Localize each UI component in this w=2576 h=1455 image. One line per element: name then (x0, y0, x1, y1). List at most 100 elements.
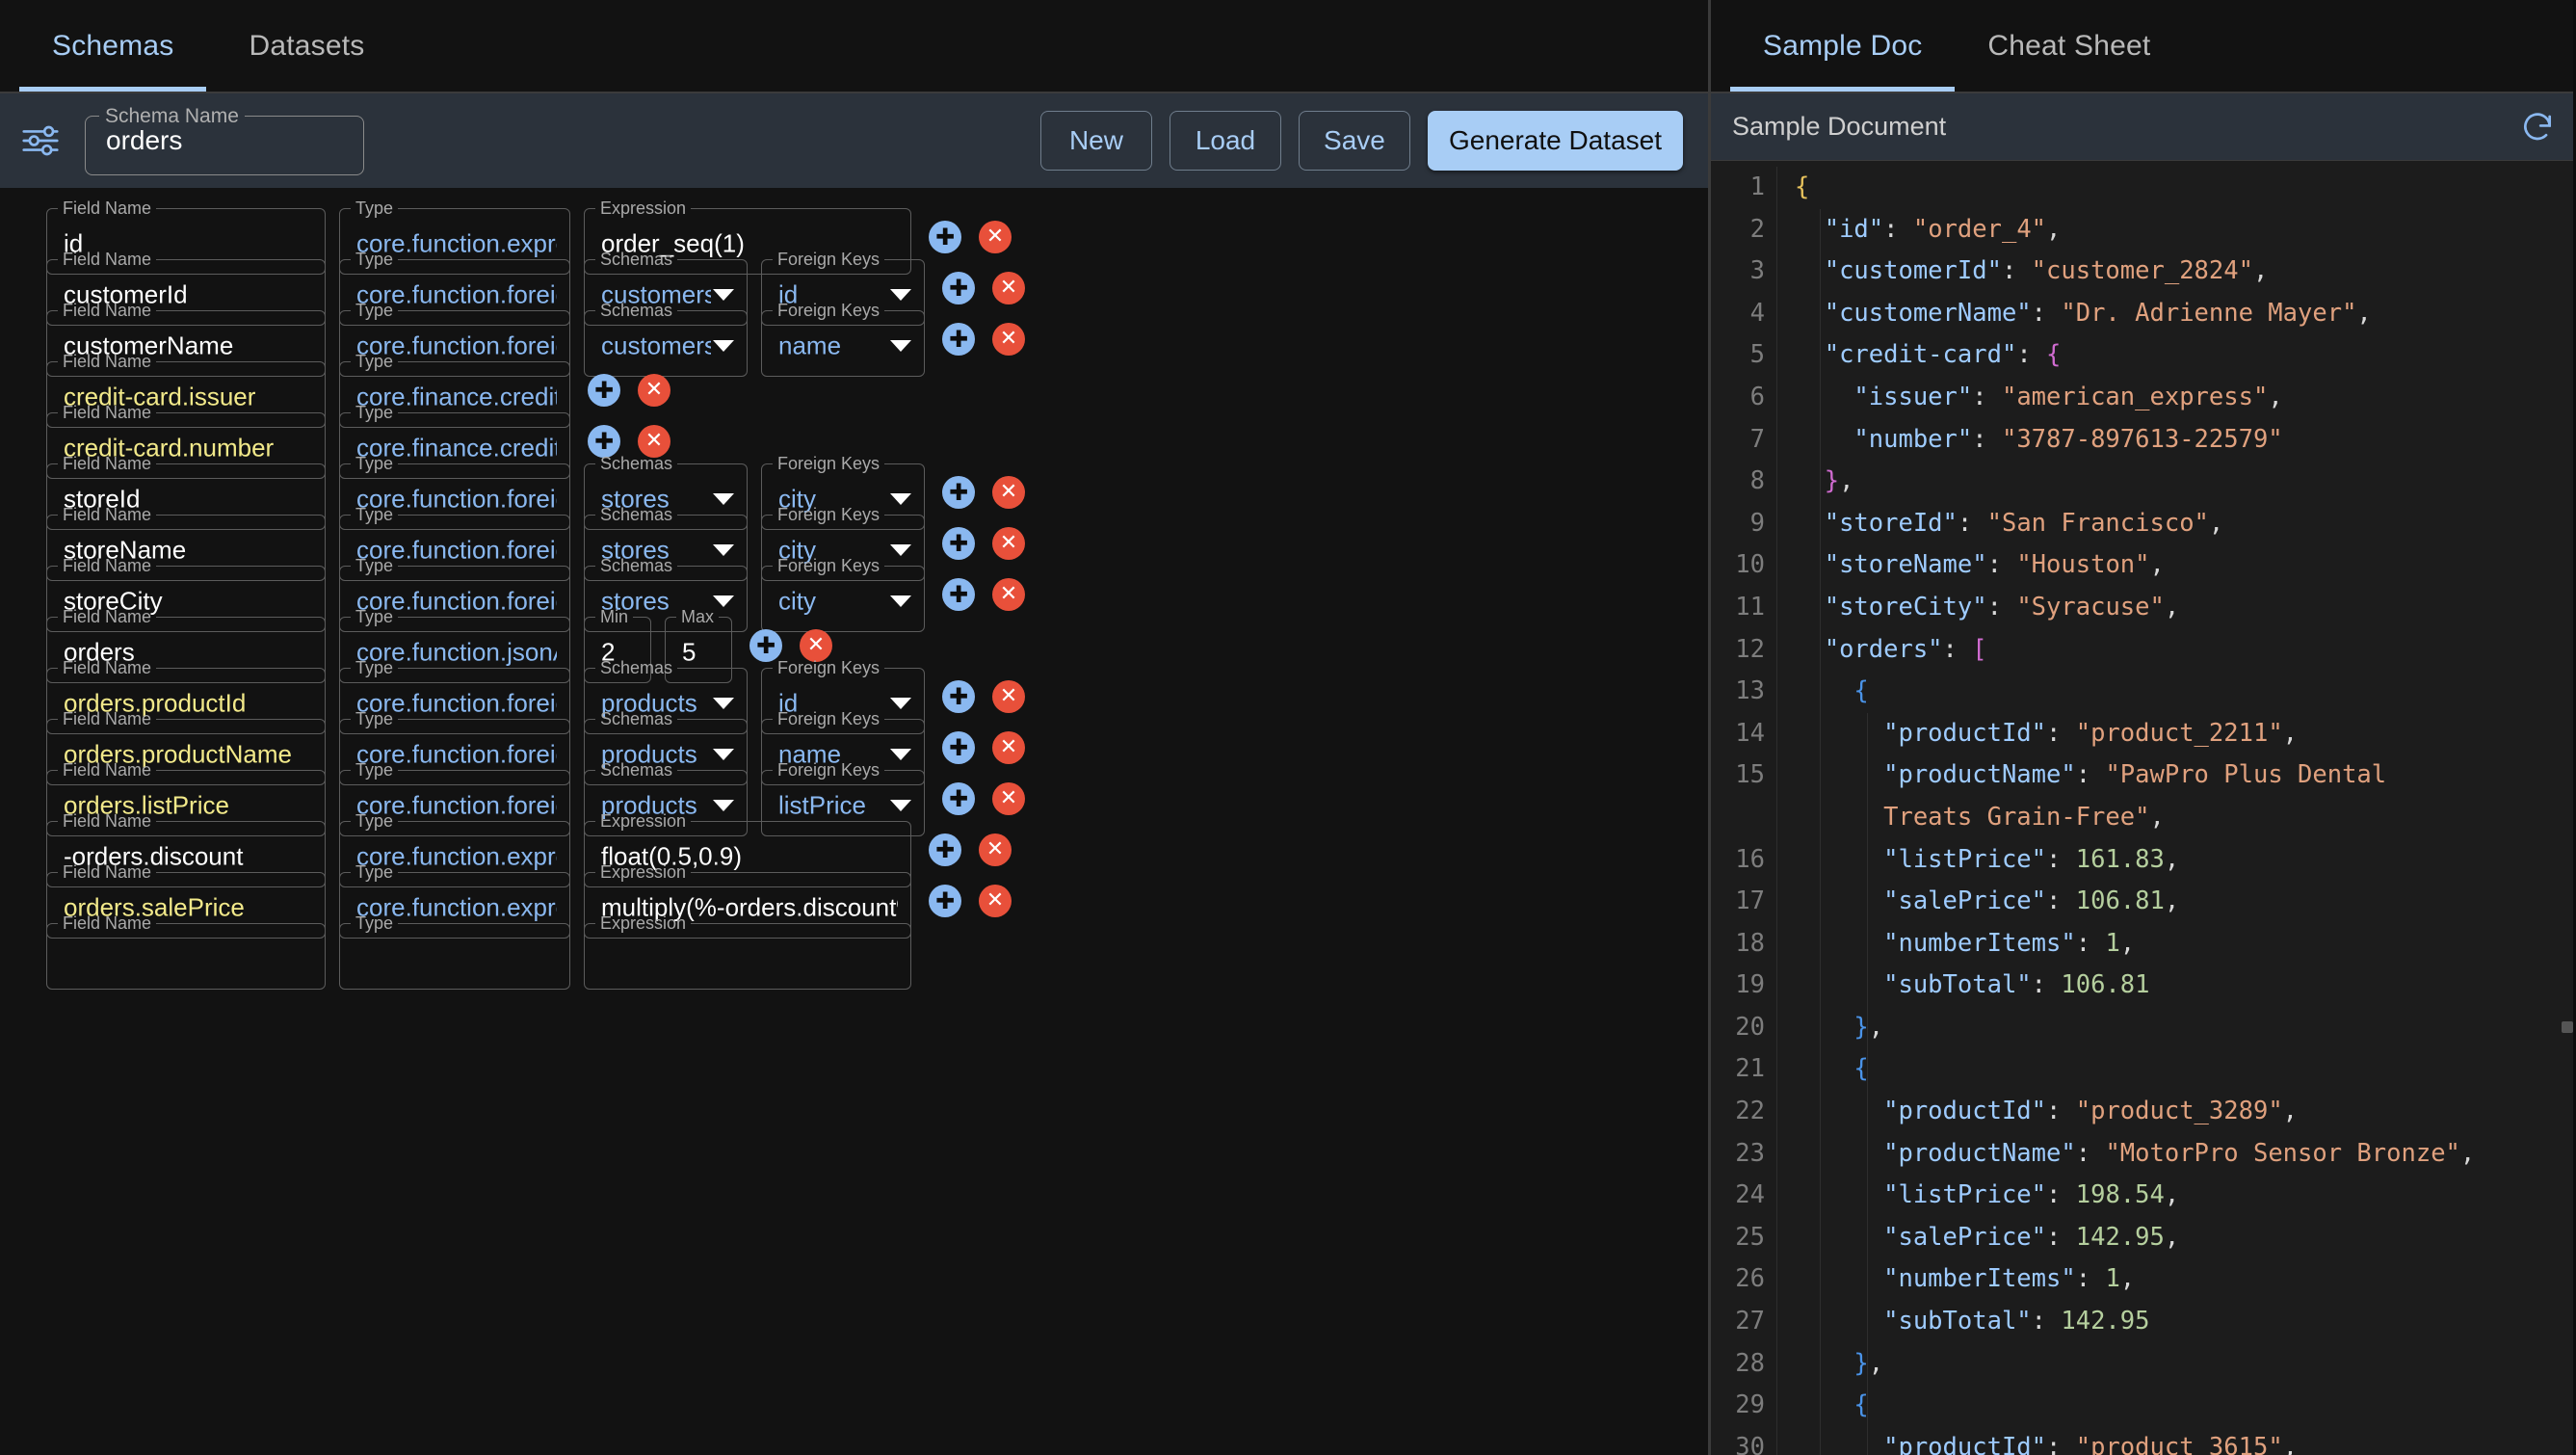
chevron-down-icon[interactable] (713, 340, 734, 352)
close-icon[interactable]: ✕ (992, 272, 1025, 304)
refresh-icon[interactable] (2519, 109, 2556, 146)
plus-icon[interactable]: ✚ (942, 680, 975, 713)
type-input[interactable]: Type (339, 914, 570, 990)
chevron-down-icon[interactable] (890, 493, 911, 505)
sliders-icon[interactable] (13, 114, 67, 168)
foreign-keys-select-label: Foreign Keys (777, 709, 881, 728)
close-icon[interactable]: ✕ (992, 323, 1025, 356)
plus-icon[interactable]: ✚ (929, 221, 961, 253)
plus-icon[interactable]: ✚ (929, 885, 961, 917)
close-icon[interactable]: ✕ (979, 885, 1012, 917)
tab-schemas[interactable]: Schemas (19, 0, 207, 92)
line-number: 4 (1749, 298, 1765, 328)
chevron-down-icon[interactable] (890, 800, 911, 811)
field-name-input[interactable]: Field Name (46, 914, 326, 990)
close-icon[interactable]: ✕ (800, 629, 832, 662)
code-line: "id": "order_4", (1795, 209, 2573, 251)
field-name-input-label: Field Name (63, 658, 152, 677)
load-button[interactable]: Load (1169, 111, 1281, 171)
generate-dataset-button[interactable]: Generate Dataset (1427, 111, 1683, 171)
new-button[interactable]: New (1039, 111, 1152, 171)
code-token: : (2001, 256, 2032, 286)
vertical-scrollbar[interactable] (2562, 1021, 2573, 1033)
plus-icon[interactable]: ✚ (942, 527, 975, 560)
code-line: }, (1795, 461, 2573, 503)
close-icon[interactable]: ✕ (979, 833, 1012, 866)
code-token: "productId" (1883, 1097, 2047, 1126)
code-token: "subTotal" (1883, 970, 2032, 1000)
json-code-viewer[interactable]: 1 2 3 4 5 6 7 8 9 10 11 12 13 14 15 16 17 18 19 20 21 22 23 24… (1711, 161, 2573, 1455)
chevron-down-icon[interactable] (713, 493, 734, 505)
foreign-keys-select-label: Foreign Keys (777, 760, 881, 780)
plus-icon[interactable]: ✚ (942, 476, 975, 509)
close-icon[interactable]: ✕ (992, 680, 1025, 713)
field-name-input-label: Field Name (63, 403, 152, 422)
close-icon[interactable]: ✕ (992, 527, 1025, 560)
type-input-label: Type (355, 760, 394, 780)
chevron-down-icon[interactable] (713, 289, 734, 301)
code-token: , (2149, 550, 2165, 580)
code-token: , (2164, 886, 2180, 916)
plus-icon[interactable]: ✚ (942, 272, 975, 304)
code-token: "order_4" (1912, 214, 2047, 244)
plus-icon[interactable]: ✚ (942, 578, 975, 611)
close-icon[interactable]: ✕ (638, 374, 670, 407)
code-token: 1 (2105, 1264, 2120, 1294)
code-token: "american_express" (2001, 382, 2269, 411)
close-icon[interactable]: ✕ (638, 425, 670, 458)
code-token: , (1839, 466, 1854, 496)
chevron-down-icon[interactable] (713, 800, 734, 811)
close-icon[interactable]: ✕ (979, 221, 1012, 253)
chevron-down-icon[interactable] (713, 544, 734, 556)
code-token: : (1986, 592, 2017, 622)
schemas-panel: Schemas Datasets Schema Name orders New Lo… (0, 0, 1711, 1455)
code-line: "customerId": "customer_2824", (1795, 251, 2573, 293)
plus-icon[interactable]: ✚ (929, 833, 961, 866)
type-input-label: Type (355, 862, 394, 882)
indent-guide (1820, 209, 1821, 1455)
save-button[interactable]: Save (1298, 111, 1410, 171)
plus-icon[interactable]: ✚ (942, 782, 975, 815)
plus-icon[interactable]: ✚ (588, 374, 620, 407)
code-token: , (2208, 508, 2224, 538)
close-icon[interactable]: ✕ (992, 782, 1025, 815)
chevron-down-icon[interactable] (713, 749, 734, 760)
chevron-down-icon[interactable] (713, 595, 734, 607)
rtab-cheat-sheet[interactable]: Cheat Sheet (1955, 0, 2183, 92)
code-token: , (2252, 256, 2269, 286)
code-token: 142.95 (2075, 1222, 2165, 1252)
foreign-keys-select-label: Foreign Keys (777, 556, 881, 575)
rtab-sample-doc[interactable]: Sample Doc (1730, 0, 1956, 92)
left-tabbar: Schemas Datasets (0, 0, 1708, 92)
code-token: } (1824, 466, 1840, 496)
line-number: 24 (1735, 1180, 1765, 1210)
plus-icon[interactable]: ✚ (749, 629, 782, 662)
close-icon[interactable]: ✕ (992, 476, 1025, 509)
code-token: "productId" (1883, 1432, 2047, 1455)
code-token: : (1986, 550, 2017, 580)
close-icon[interactable]: ✕ (992, 578, 1025, 611)
close-icon[interactable]: ✕ (992, 731, 1025, 764)
chevron-down-icon[interactable] (890, 340, 911, 352)
field-row: Field Name credit-card.number Type core.fin… (0, 403, 1708, 479)
plus-icon[interactable]: ✚ (942, 731, 975, 764)
plus-icon[interactable]: ✚ (942, 323, 975, 356)
tab-datasets[interactable]: Datasets (216, 0, 397, 92)
code-line: "storeCity": "Syracuse", (1795, 587, 2573, 629)
line-number: 25 (1735, 1222, 1765, 1252)
code-token: "listPrice" (1883, 844, 2047, 874)
chevron-down-icon[interactable] (713, 698, 734, 709)
plus-icon[interactable]: ✚ (588, 425, 620, 458)
code-line: "productName": "MotorPro Sensor Bronze", (1795, 1133, 2573, 1176)
expression-input[interactable]: Expression (584, 914, 911, 990)
chevron-down-icon[interactable] (890, 749, 911, 760)
expression-input-label: Expression (600, 913, 687, 933)
schema-name-field[interactable]: Schema Name orders (85, 106, 364, 175)
chevron-down-icon[interactable] (890, 289, 911, 301)
chevron-down-icon[interactable] (890, 595, 911, 607)
chevron-down-icon[interactable] (890, 698, 911, 709)
chevron-down-icon[interactable] (890, 544, 911, 556)
